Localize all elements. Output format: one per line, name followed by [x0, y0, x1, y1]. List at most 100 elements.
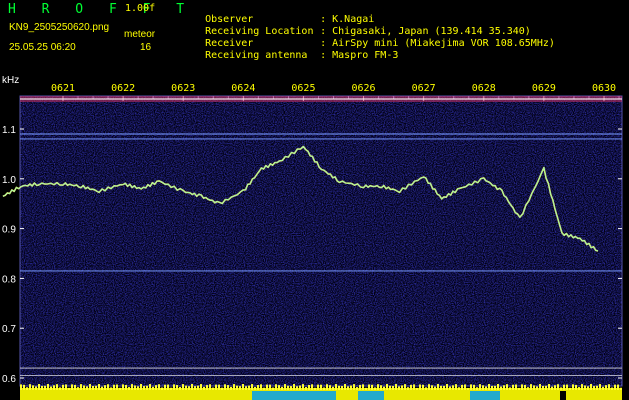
signal-bar-peak — [545, 385, 547, 390]
signal-bar-peak — [95, 385, 97, 390]
signal-bar-peak — [116, 384, 118, 390]
signal-bar-peak — [221, 387, 223, 390]
y-tick-label: 0.8 — [2, 274, 16, 285]
signal-bar-peak — [530, 384, 532, 390]
signal-bar-peak — [239, 386, 241, 390]
signal-bar-peak — [458, 387, 460, 390]
signal-bar-peak — [344, 384, 346, 390]
signal-bar-peak — [167, 384, 169, 390]
signal-bar-peak — [44, 385, 46, 390]
signal-bar-peak — [536, 386, 538, 390]
signal-bar-peak — [569, 387, 571, 390]
signal-bar-peak — [614, 384, 616, 390]
signal-bar-peak — [548, 384, 550, 390]
signal-bar-peak — [212, 387, 214, 390]
signal-bar-peak — [305, 387, 307, 390]
signal-bar-peak — [188, 386, 190, 390]
signal-bar-peak — [422, 384, 424, 390]
signal-bar-gap — [358, 391, 384, 400]
signal-bar-peak — [386, 384, 388, 390]
signal-bar-peak — [197, 385, 199, 390]
signal-bar-peak — [599, 384, 601, 390]
signal-bar-peak — [287, 385, 289, 390]
signal-bar-peak — [164, 384, 166, 390]
signal-bar-peak — [482, 385, 484, 390]
signal-bar-peak — [101, 386, 103, 390]
signal-bar-peak — [512, 384, 514, 390]
signal-bar-peak — [527, 387, 529, 390]
signal-bar-peak — [560, 387, 562, 390]
signal-bar-peak — [494, 385, 496, 390]
signal-bar-peak — [350, 385, 352, 390]
signal-bar-peak — [476, 387, 478, 390]
signal-bar-peak — [179, 386, 181, 390]
signal-bar-peak — [224, 384, 226, 390]
signal-bar-peak — [56, 384, 58, 390]
signal-bar-peak — [20, 384, 22, 390]
signal-bar-gap — [470, 391, 500, 400]
signal-bar-peak — [455, 384, 457, 390]
signal-bar-peak — [170, 387, 172, 390]
signal-bar-peak — [551, 386, 553, 390]
info-label: Receiving antenna — [205, 50, 308, 61]
signal-bar-peak — [338, 385, 340, 390]
signal-bar-peak — [83, 385, 85, 390]
signal-bar-peak — [500, 386, 502, 390]
signal-bar-peak — [158, 384, 160, 390]
x-tick-label: 0622 — [111, 83, 135, 94]
y-tick-label: 0.6 — [2, 374, 16, 385]
signal-bar-peak — [161, 387, 163, 390]
signal-bar-peak — [497, 384, 499, 390]
signal-bar-peak — [65, 384, 67, 390]
signal-bar-peak — [356, 387, 358, 390]
app-brand: H R O F F T — [8, 2, 194, 17]
signal-bar-peak — [242, 384, 244, 390]
meteor-count: 16 — [140, 42, 152, 53]
signal-bar-peak — [86, 386, 88, 390]
signal-bar-peak — [329, 385, 331, 390]
signal-bar-peak — [575, 384, 577, 390]
signal-bar-peak — [521, 384, 523, 390]
signal-bar-peak — [377, 384, 379, 390]
signal-bar-peak — [464, 384, 466, 390]
signal-bar-peak — [518, 387, 520, 390]
signal-bar-peak — [425, 387, 427, 390]
signal-bar-peak — [404, 384, 406, 390]
signal-bar-peak — [194, 386, 196, 390]
signal-bar-peak — [467, 387, 469, 390]
signal-bar-peak — [149, 384, 151, 390]
signal-bar-peak — [380, 385, 382, 390]
signal-bar-peak — [92, 386, 94, 390]
x-tick-label: 0629 — [532, 83, 556, 94]
signal-bar-peak — [26, 387, 28, 390]
signal-bar-peak — [80, 384, 82, 390]
signal-bar-peak — [266, 384, 268, 390]
signal-bar-peak — [446, 384, 448, 390]
signal-bar-peak — [140, 384, 142, 390]
signal-bar-peak — [473, 384, 475, 390]
signal-bar-peak — [479, 384, 481, 390]
signal-bar-peak — [254, 386, 256, 390]
signal-bar-peak — [317, 384, 319, 390]
signal-bar-peak — [593, 386, 595, 390]
signal-bar-peak — [311, 384, 313, 390]
signal-bar-peak — [617, 384, 619, 390]
signal-bar-peak — [68, 387, 70, 390]
signal-bar-peak — [173, 384, 175, 390]
signal-bar-peak — [290, 386, 292, 390]
signal-bar-peak — [563, 384, 565, 390]
signal-bar-peak — [128, 387, 130, 390]
signal-bar-peak — [395, 384, 397, 390]
signal-bar-peak — [269, 384, 271, 390]
signal-bar-peak — [485, 386, 487, 390]
signal-bar-peak — [134, 385, 136, 390]
signal-bar-peak — [131, 384, 133, 390]
signal-bar-peak — [431, 385, 433, 390]
signal-bar-gap — [252, 391, 336, 400]
signal-bar-peak — [308, 384, 310, 390]
signal-bar-peak — [587, 386, 589, 390]
signal-bar-peak — [218, 384, 220, 390]
signal-bar-peak — [605, 385, 607, 390]
signal-bar-peak — [272, 387, 274, 390]
signal-bar-peak — [365, 387, 367, 390]
